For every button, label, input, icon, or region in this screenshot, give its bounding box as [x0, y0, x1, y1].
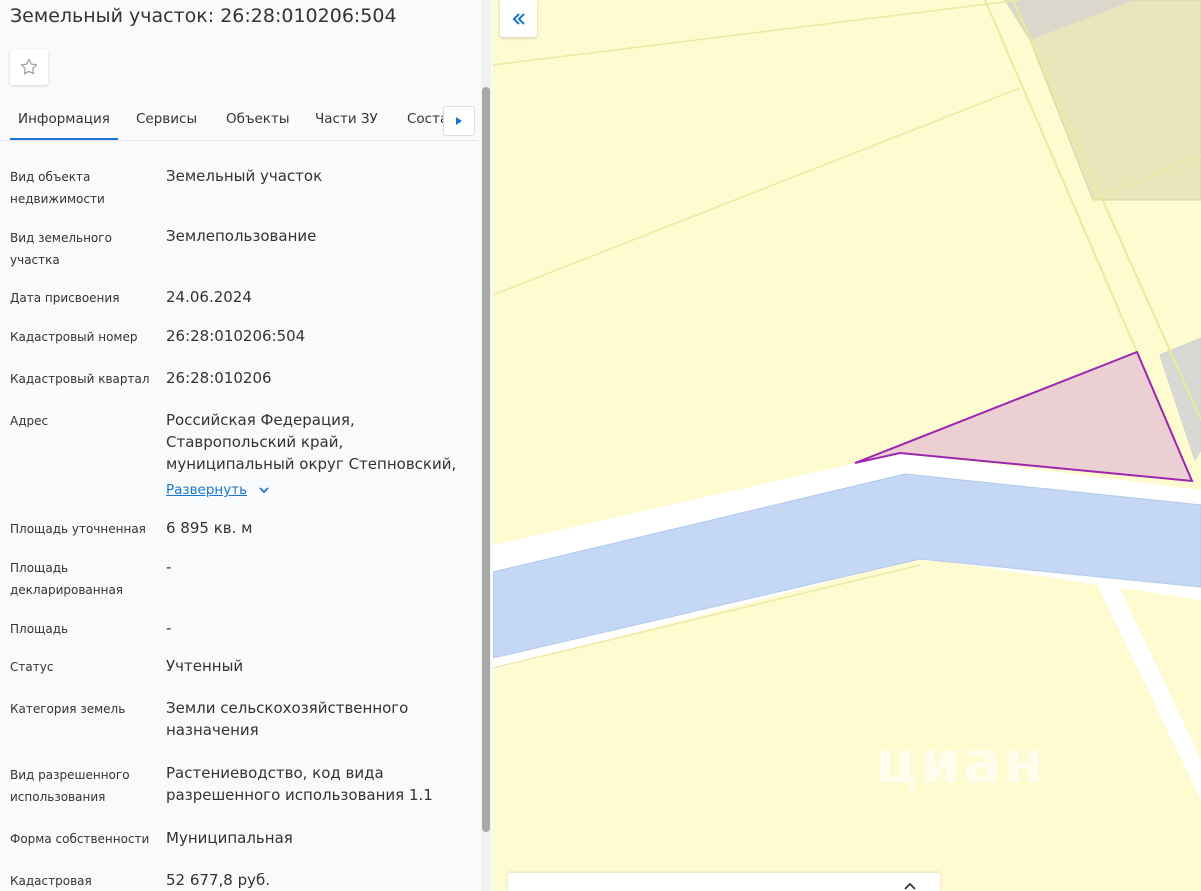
tab-bar: Информация Сервисы Объекты Части ЗУ Сост… [0, 100, 478, 141]
info-panel: Земельный участок: 26:28:010206:504 Инфо… [0, 0, 493, 891]
expand-address-link[interactable]: Развернуть [166, 482, 271, 498]
field-label: Вид разрешенного использования [10, 768, 130, 804]
field-value: Муниципальная [166, 829, 293, 847]
page-title: Земельный участок: 26:28:010206:504 [10, 5, 397, 27]
field-label: Площадь уточненная [10, 522, 146, 536]
field-value: Учтенный [166, 657, 244, 675]
tab-services[interactable]: Сервисы [136, 100, 197, 138]
field-value: Российская Федерация, Ставропольский кра… [166, 411, 457, 473]
expand-link-label: Развернуть [166, 482, 248, 498]
tab-information[interactable]: Информация [10, 100, 118, 140]
field-value: 26:28:010206:504 [166, 327, 306, 345]
field-value: 24.06.2024 [166, 288, 252, 306]
field-label: Кадастровый номер [10, 330, 138, 344]
triangle-right-icon [456, 117, 462, 125]
field-value: Растениеводство, код вида разрешенного и… [166, 764, 433, 804]
chevron-down-icon [259, 487, 269, 494]
field-value: - [166, 558, 172, 576]
field-value: Землепользование [166, 227, 317, 245]
tabs-scroll-right-button[interactable] [443, 106, 475, 136]
tab-parts[interactable]: Части ЗУ [315, 100, 378, 138]
field-value: 6 895 кв. м [166, 519, 253, 537]
field-value: Земли сельскохозяйственного назначения [166, 699, 409, 739]
field-label: Адрес [10, 414, 49, 428]
field-value: 52 677,8 руб. [166, 871, 270, 889]
collapse-panel-button[interactable] [500, 0, 537, 37]
favorite-button[interactable] [10, 49, 48, 85]
field-value: - [166, 619, 172, 637]
chevron-up-icon [904, 882, 916, 890]
field-value: 26:28:010206 [166, 369, 272, 387]
map-watermark: циан [875, 728, 1046, 796]
field-label: Категория земель [10, 702, 126, 716]
field-label: Площадь декларированная [10, 561, 124, 597]
map-view[interactable]: циан [493, 0, 1201, 891]
field-label: Дата присвоения [10, 291, 120, 305]
map-bottom-bar[interactable] [508, 873, 940, 891]
star-outline-icon [20, 58, 38, 75]
double-chevron-left-icon [512, 12, 525, 25]
panel-scrollbar-thumb[interactable] [482, 87, 490, 832]
field-label: Кадастровая [10, 874, 92, 888]
field-label: Площадь [10, 622, 69, 636]
field-label: Вид объекта недвижимости [10, 170, 105, 206]
tab-objects[interactable]: Объекты [226, 100, 289, 138]
field-label: Вид земельного участка [10, 231, 112, 267]
field-value: Земельный участок [166, 167, 323, 185]
field-label: Статус [10, 660, 54, 674]
field-label: Кадастровый квартал [10, 372, 150, 386]
field-label: Форма собственности [10, 832, 150, 846]
map-canvas[interactable] [493, 0, 1201, 891]
